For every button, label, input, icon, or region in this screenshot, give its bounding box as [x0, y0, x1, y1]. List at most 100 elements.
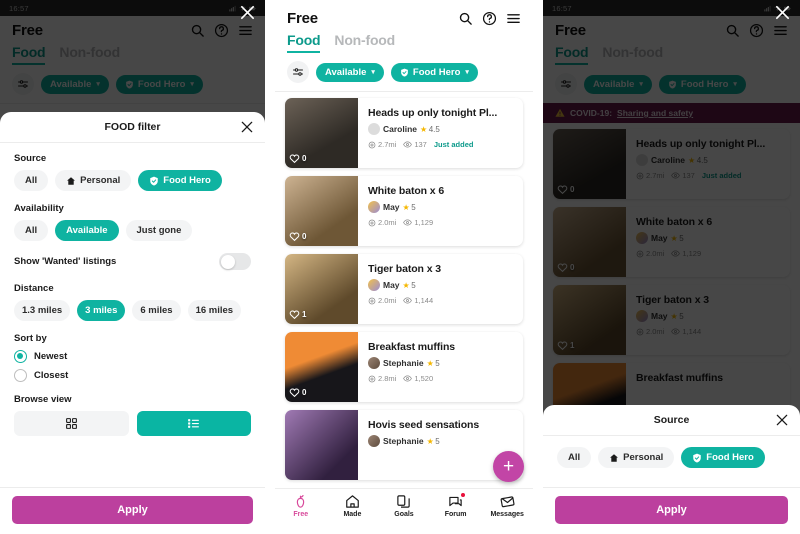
help-icon[interactable] [482, 11, 497, 26]
sort-option-newest[interactable]: Newest [14, 350, 251, 363]
heart-icon [289, 232, 300, 242]
avatar [368, 201, 380, 213]
listing-user-name: Stephanie [383, 358, 424, 368]
list-item[interactable]: 0 Breakfast muffins Stephanie ★ 5 2.8mi … [285, 332, 523, 402]
plus-icon: + [502, 456, 515, 477]
add-listing-button[interactable]: + [493, 451, 524, 482]
chip-food-hero-label: Food Hero [412, 66, 461, 78]
listing-user: Caroline ★4.5 [368, 123, 497, 135]
radio-newest[interactable] [14, 350, 27, 363]
location-icon [368, 219, 376, 226]
shield-check-icon [693, 453, 702, 462]
listing-views-value: 1,520 [414, 374, 434, 383]
documents-icon [397, 495, 411, 508]
menu-icon[interactable] [506, 11, 521, 26]
listing-rating: ★5 [427, 359, 440, 368]
browse-view-list-button[interactable] [136, 411, 251, 436]
source-option-food-hero[interactable]: Food Hero [681, 447, 765, 468]
favourite-count-value: 0 [302, 388, 307, 397]
app-title-row: Free [287, 10, 521, 27]
sliders-icon [293, 68, 303, 76]
listing-title: Hovis seed sensations [368, 419, 480, 431]
listing-rating-value: 5 [435, 436, 440, 446]
food-filter-sheet: FOOD filter Source All Personal Food Her… [0, 112, 265, 534]
apple-icon [297, 494, 305, 508]
star-icon: ★ [402, 202, 410, 212]
favourite-count[interactable]: 0 [289, 387, 306, 398]
nav-item-forum[interactable]: Forum [430, 493, 482, 518]
source-option-food-hero-label: Food Hero [706, 452, 754, 463]
avatar [368, 435, 380, 447]
avatar [368, 357, 380, 369]
heart-icon [289, 388, 300, 398]
distance-option-16-miles[interactable]: 16 miles [187, 300, 242, 321]
availability-option-available[interactable]: Available [55, 220, 119, 241]
filter-sliders-button[interactable] [287, 61, 309, 83]
favourite-count-value: 1 [302, 310, 307, 319]
star-icon: ★ [402, 280, 410, 290]
search-icon[interactable] [458, 11, 473, 26]
star-icon: ★ [426, 358, 434, 368]
list-item[interactable]: 0 Heads up only tonight Pl... Caroline ★… [285, 98, 523, 168]
close-icon[interactable] [239, 4, 256, 21]
star-icon: ★ [420, 124, 428, 134]
favourite-count-value: 0 [302, 232, 307, 241]
listing-list[interactable]: 0 Heads up only tonight Pl... Caroline ★… [275, 92, 533, 480]
close-icon[interactable] [240, 120, 254, 134]
source-filter-sheet: Source All Personal Food Hero Apply [543, 405, 800, 534]
favourite-count[interactable]: 0 [289, 231, 306, 242]
shield-check-icon [150, 176, 159, 185]
close-icon[interactable] [774, 4, 791, 21]
distance-option-6-miles[interactable]: 6 miles [132, 300, 181, 321]
nav-item-goals[interactable]: Goals [378, 494, 430, 518]
browse-view-section-label: Browse view [14, 394, 72, 405]
listing-views: 1,520 [403, 374, 433, 383]
phone-panel-food-filter: 16:57 Free Food [0, 0, 265, 534]
nav-item-made-label: Made [343, 511, 362, 518]
list-item[interactable]: Hovis seed sensations Stephanie ★ 5 [285, 410, 523, 480]
favourite-count[interactable]: 1 [289, 309, 306, 320]
nav-item-made[interactable]: Made [327, 494, 379, 518]
chip-food-hero[interactable]: Food Hero ▾ [390, 62, 478, 82]
envelope-icon [500, 496, 515, 508]
list-item[interactable]: 1 Tiger baton x 3 May ★5 [285, 254, 523, 324]
distance-option-3-miles[interactable]: 3 miles [77, 300, 126, 321]
browse-view-grid-button[interactable] [14, 411, 129, 436]
favourite-count[interactable]: 0 [289, 153, 306, 164]
sort-option-closest[interactable]: Closest [14, 369, 251, 382]
close-icon[interactable] [775, 413, 789, 427]
apply-button[interactable]: Apply [12, 496, 253, 524]
listing-user-name: May [383, 280, 400, 290]
tab-food[interactable]: Food [287, 32, 321, 53]
nav-item-messages[interactable]: Messages [481, 494, 533, 518]
eye-icon [403, 297, 413, 304]
heart-icon [289, 310, 300, 320]
listing-rating-value: 5 [411, 280, 416, 290]
shield-check-icon [401, 68, 408, 77]
availability-option-just-gone[interactable]: Just gone [125, 220, 193, 241]
favourite-count-value: 0 [302, 154, 307, 163]
source-option-all[interactable]: All [557, 447, 592, 468]
source-option-food-hero[interactable]: Food Hero [138, 170, 222, 191]
radio-closest[interactable] [14, 369, 27, 382]
app-header: Free Food Non-food [275, 0, 533, 53]
source-option-all[interactable]: All [14, 170, 49, 191]
chevron-down-icon: ▾ [371, 69, 375, 76]
source-option-all-label: All [25, 175, 38, 186]
listing-meta: 2.0mi 1,144 [368, 296, 441, 305]
apply-button[interactable]: Apply [555, 496, 788, 524]
wanted-listings-toggle[interactable] [219, 253, 251, 270]
list-item[interactable]: 0 White baton x 6 May ★5 [285, 176, 523, 246]
distance-option-1-3-miles[interactable]: 1.3 miles [14, 300, 71, 321]
nav-item-free[interactable]: Free [275, 494, 327, 518]
availability-option-all[interactable]: All [14, 220, 49, 241]
listing-distance-value: 2.0mi [378, 218, 397, 227]
chip-available[interactable]: Available ▾ [316, 62, 384, 82]
tab-non-food[interactable]: Non-food [334, 32, 395, 53]
listing-meta: 2.7mi 137 Just added [368, 140, 497, 149]
source-option-personal[interactable]: Personal [55, 170, 132, 191]
sheet-title: Source [653, 414, 690, 426]
listing-user: Stephanie ★ 5 [368, 435, 479, 447]
listing-views: 137 [403, 140, 427, 149]
source-option-personal[interactable]: Personal [598, 447, 675, 468]
